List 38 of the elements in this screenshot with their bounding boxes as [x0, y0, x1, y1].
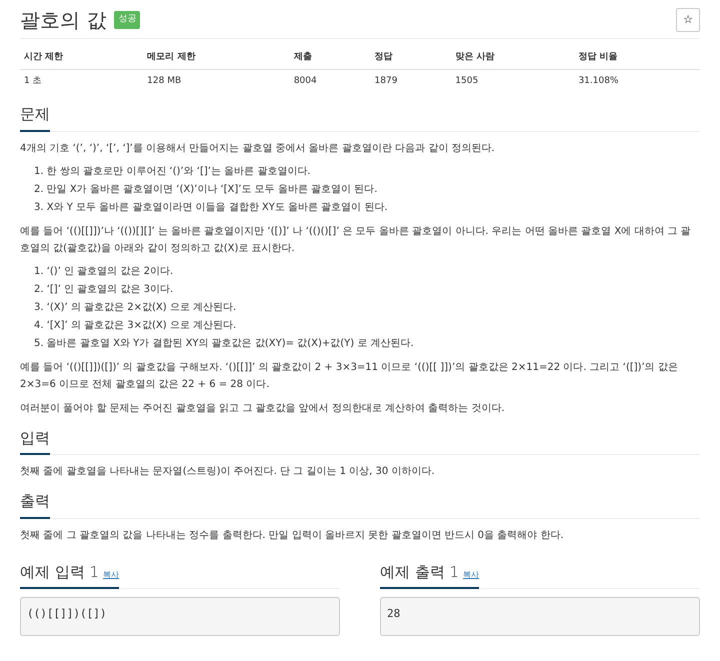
list-item: 3. ‘(X)’ 의 괄호값은 2×값(X) 으로 계산된다.	[34, 300, 238, 314]
column-header: 맞은 사람	[451, 47, 574, 69]
table-cell: 128 MB	[143, 69, 290, 93]
table-cell: 1505	[451, 69, 574, 93]
table-cell: 31.108%	[574, 69, 700, 93]
list-item: 1. 한 쌍의 괄호로만 이루어진 ‘()’와 ‘[]’는 올바른 괄호열이다.	[34, 164, 312, 178]
column-header: 메모리 제한	[143, 47, 290, 69]
list-item: 4. ‘[X]’ 의 괄호값은 3×값(X) 으로 계산된다.	[34, 318, 238, 332]
section-heading: 예제 입력 1	[20, 562, 100, 582]
copy-link[interactable]: 복사	[463, 568, 480, 580]
section-heading: 문제	[20, 103, 50, 132]
copy-link[interactable]: 복사	[103, 568, 120, 580]
column-header: 정답	[370, 47, 452, 69]
list-item: 1. ‘()’ 인 괄호열의 값은 2이다.	[34, 264, 174, 278]
column-header: 제출	[290, 47, 371, 69]
table-cell: 1 초	[20, 69, 144, 93]
star-button[interactable]: ☆	[676, 8, 700, 32]
section-heading: 입력	[20, 426, 50, 455]
paragraph: 예를 들어 ‘(()[[]])([])’ 의 괄호값을 구해보자. ‘()[[]]’ 의 괄호값이 2 + 3×3=11 이므로 ‘(()[[ ]])’의 괄호값은 2×11=22 이다. 그리고 ‘([])’의 값은 2×3=6 이므로 전체 괄호열의 값은 22 + 6 = 28 이다.	[20, 360, 679, 392]
column-header: 시간 제한	[20, 47, 144, 69]
paragraph: 예를 들어 ‘(()[[]])’나 ‘(())[][]’ 는 올바른 괄호열이지만 ‘([)]’ 나 ‘(()()[]’ 은 모두 올바른 괄호열이 아니다. 우리는 어떤 올바른 괄호열 X에 대하여 그 괄호열의 값(괄호값)을 아래와 같이 정의하고 값(X)로 표시한다.	[20, 224, 692, 256]
paragraph: 첫째 줄에 괄호열을 나타내는 문자열(스트링)이 주어진다. 단 그 길이는 1 이상, 30 이하이다.	[20, 465, 436, 479]
column-header: 정답 비율	[574, 47, 700, 69]
sample-code-block: 28	[380, 597, 700, 636]
section-heading: 예제 출력 1	[380, 562, 460, 582]
list-item: 3. X와 Y 모두 올바른 괄호열이라면 이들을 결합한 XY도 올바른 괄호열이 된다.	[34, 200, 389, 214]
paragraph: 4개의 기호 ‘(’, ‘)’, ‘[’, ‘]’를 이용해서 만들어지는 괄호열 중에서 올바른 괄호열이란 다음과 같이 정의된다.	[20, 142, 496, 156]
status-badge: 성공	[114, 11, 140, 29]
paragraph: 첫째 줄에 그 괄호열의 값을 나타내는 정수를 출력한다. 만일 입력이 올바르지 못한 괄호열이면 반드시 0을 출력해야 한다.	[20, 528, 565, 542]
section-heading: 출력	[20, 490, 50, 518]
table-cell: 8004	[290, 69, 371, 93]
list-item: 2. 만일 X가 올바른 괄호열이면 ‘(X)’이나 ‘[X]’도 모두 올바른 괄호열이 된다.	[34, 182, 378, 196]
problem-title: 괄호의 값	[20, 8, 106, 32]
paragraph: 여러분이 풀어야 할 문제는 주어진 괄호열을 읽고 그 괄호값을 앞에서 정의한대로 계산하여 출력하는 것이다.	[20, 402, 506, 416]
sample-code-block: (()[[]])([])	[20, 597, 340, 636]
list-item: 5. 올바른 괄호열 X와 Y가 결합된 XY의 괄호값은 값(XY)= 값(X)+값(Y) 로 계산된다.	[34, 336, 415, 350]
table-cell: 1879	[370, 69, 452, 93]
list-item: 2. ‘[]’ 인 괄호열의 값은 3이다.	[34, 282, 174, 296]
